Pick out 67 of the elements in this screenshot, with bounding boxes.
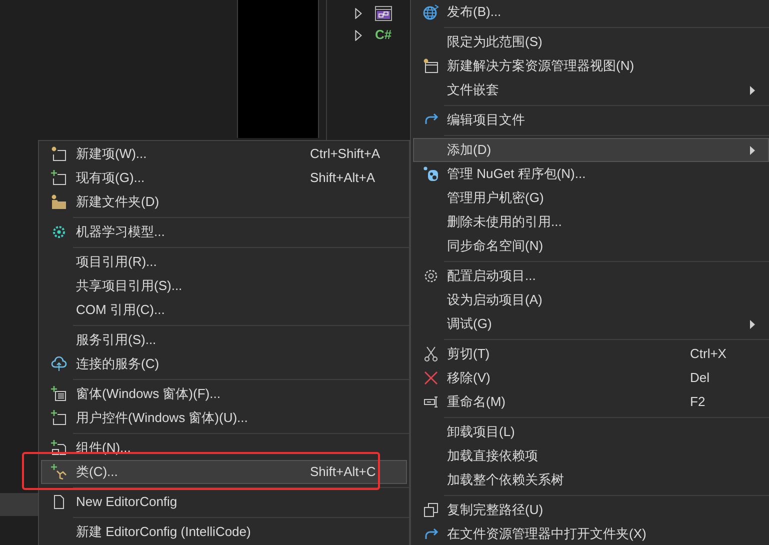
menu-item[interactable]: 调试(G) xyxy=(413,312,769,336)
submenu-arrow-icon xyxy=(750,146,755,154)
folder-icon xyxy=(51,194,67,210)
new-item-icon xyxy=(51,146,67,162)
menu-item[interactable]: COM 引用(C)... xyxy=(41,298,407,322)
shortcut-text: Ctrl+Shift+A xyxy=(310,145,382,164)
add-class-icon xyxy=(51,464,67,480)
menu-item[interactable]: 复制完整路径(U) xyxy=(413,498,769,522)
menu-item[interactable]: 窗体(Windows 窗体)(F)... xyxy=(41,382,407,406)
menu-item[interactable]: 服务引用(S)... xyxy=(41,328,407,352)
menu-item[interactable]: 加载直接依赖项 xyxy=(413,444,769,468)
shortcut-text: Shift+Alt+C xyxy=(310,463,377,482)
file-icon xyxy=(51,494,67,510)
menu-item[interactable]: 文件嵌套 xyxy=(413,78,769,102)
copy-icon xyxy=(422,502,438,518)
menu-item[interactable]: 同步命名空间(N) xyxy=(413,234,769,258)
submenu-arrow-icon xyxy=(750,86,755,94)
menu-item[interactable]: 发布(B)... xyxy=(413,0,769,24)
menu-item[interactable]: 重命名(M) F2 xyxy=(413,390,769,414)
shortcut-text: Shift+Alt+A xyxy=(310,169,376,188)
add-form-icon xyxy=(51,386,67,402)
menu-item[interactable]: New EditorConfig xyxy=(41,490,407,514)
file-type-label: C# xyxy=(375,26,392,44)
menu-item[interactable]: 类(C)... Shift+Alt+C xyxy=(41,460,407,484)
cross-icon xyxy=(422,370,438,386)
menu-item[interactable]: 管理 NuGet 程序包(N)... xyxy=(413,162,769,186)
menu-item[interactable]: 编辑项目文件 xyxy=(413,108,769,132)
shortcut-text: Del xyxy=(690,369,711,388)
menu-item[interactable]: 限定为此范围(S) xyxy=(413,30,769,54)
menu-item[interactable]: 管理用户机密(G) xyxy=(413,186,769,210)
menu-item[interactable]: 剪切(T) Ctrl+X xyxy=(413,342,769,366)
gear-icon xyxy=(51,224,67,240)
menu-item[interactable]: 卸载项目(L) xyxy=(413,420,769,444)
shortcut-text: Ctrl+X xyxy=(690,345,728,364)
package-icon xyxy=(422,166,438,182)
add-component-icon xyxy=(51,440,67,456)
add-item-icon xyxy=(51,170,67,186)
rename-icon xyxy=(422,394,438,410)
gear-icon xyxy=(422,268,438,284)
shortcut-text: F2 xyxy=(690,393,706,412)
curved-arrow-icon xyxy=(422,526,438,542)
expander-icon[interactable] xyxy=(355,8,362,18)
menu-item[interactable]: 项目引用(R)... xyxy=(41,250,407,274)
menu-item[interactable]: 新建项(W)... Ctrl+Shift+A xyxy=(41,142,407,166)
new-window-icon xyxy=(422,58,438,74)
menu-item[interactable]: 在文件资源管理器中打开文件夹(X) xyxy=(413,522,769,545)
submenu-arrow-icon xyxy=(750,320,755,328)
menu-item[interactable]: 设为启动项目(A) xyxy=(413,288,769,312)
menu-item[interactable]: 加载整个依赖关系树 xyxy=(413,468,769,492)
menu-item[interactable]: 机器学习模型... xyxy=(41,220,407,244)
menu-item[interactable]: 新建 EditorConfig (IntelliCode) xyxy=(41,520,407,544)
menu-item[interactable]: 连接的服务(C) xyxy=(41,352,407,376)
menu-item[interactable]: 添加(D) xyxy=(413,138,769,162)
menu-item[interactable]: 用户控件(Windows 窗体)(U)... xyxy=(41,406,407,430)
menu-item[interactable]: 新建解决方案资源管理器视图(N) xyxy=(413,54,769,78)
menu-item[interactable]: 共享项目引用(S)... xyxy=(41,274,407,298)
globe-icon xyxy=(422,4,438,20)
scissors-icon xyxy=(422,346,438,362)
menu-item[interactable]: 配置启动项目... xyxy=(413,264,769,288)
cloud-icon xyxy=(51,356,67,372)
expander-icon[interactable] xyxy=(355,30,362,40)
add-item-icon xyxy=(51,410,67,426)
menu-item[interactable]: 移除(V) Del xyxy=(413,366,769,390)
form-icon xyxy=(375,6,392,20)
menu-item[interactable]: 现有项(G)... Shift+Alt+A xyxy=(41,166,407,190)
menu-item[interactable]: 删除未使用的引用... xyxy=(413,210,769,234)
menu-item[interactable]: 新建文件夹(D) xyxy=(41,190,407,214)
